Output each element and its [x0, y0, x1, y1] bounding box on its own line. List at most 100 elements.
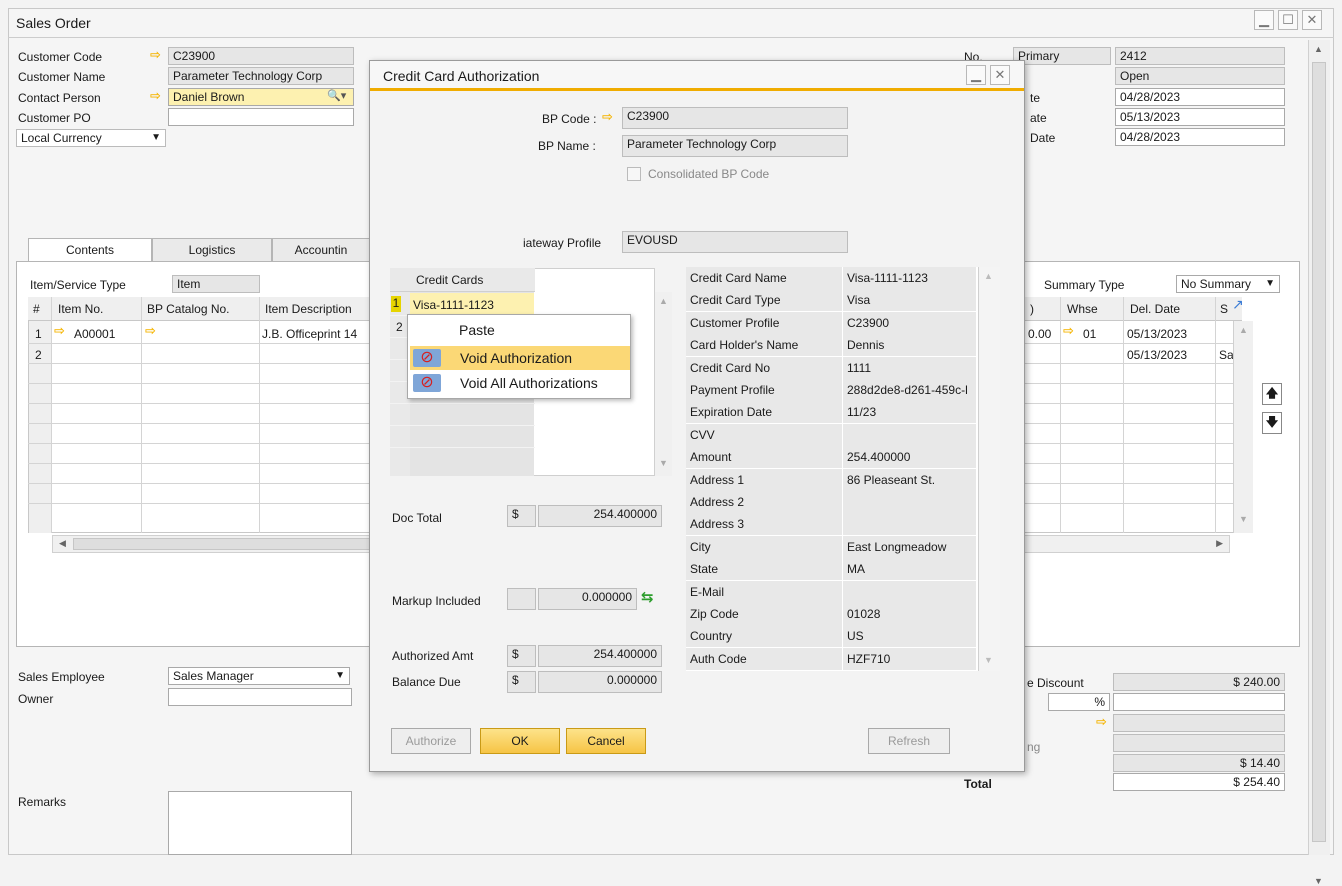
- detail-value[interactable]: [843, 513, 976, 536]
- main-scrollbar[interactable]: ▲ ▼: [1308, 40, 1330, 886]
- freight-field[interactable]: [1113, 714, 1285, 732]
- link-arrow-icon[interactable]: ⇨: [1096, 714, 1107, 730]
- markup-currency[interactable]: [507, 588, 536, 610]
- tab-accounting[interactable]: Accountin: [272, 238, 370, 262]
- dialog-minimize-button[interactable]: ▁: [966, 65, 986, 85]
- scroll-down-icon[interactable]: ▼: [659, 458, 668, 468]
- scroll-thumb[interactable]: [1312, 62, 1326, 842]
- currency-select[interactable]: Local Currency ▼: [16, 129, 166, 147]
- gateway-profile-field[interactable]: EVOUSD: [622, 231, 848, 253]
- document-date-field[interactable]: 04/28/2023: [1115, 128, 1285, 146]
- scroll-down-icon[interactable]: ▼: [1314, 876, 1323, 886]
- menu-item-paste[interactable]: Paste: [408, 318, 628, 342]
- grid-scrollbar[interactable]: ▲ ▼: [1233, 321, 1253, 533]
- markup-included-field[interactable]: 0.000000: [538, 588, 637, 610]
- row-1-amount[interactable]: 0.00: [1028, 327, 1051, 341]
- doc-total-field[interactable]: 254.400000: [538, 505, 662, 527]
- discount-percent-field[interactable]: %: [1048, 693, 1110, 711]
- row-2-s[interactable]: Sa: [1219, 348, 1234, 362]
- minimize-button[interactable]: ▁: [1254, 10, 1274, 30]
- detail-value[interactable]: 1111: [843, 356, 976, 379]
- col-header-amount[interactable]: ): [1030, 302, 1034, 316]
- detail-value[interactable]: [843, 491, 976, 513]
- scroll-thumb[interactable]: [73, 538, 373, 550]
- authorize-button[interactable]: Authorize: [391, 728, 471, 754]
- balance-due-field[interactable]: 0.000000: [538, 671, 662, 693]
- move-row-up-button[interactable]: 🡅: [1262, 383, 1282, 405]
- col-header-num[interactable]: #: [33, 302, 40, 316]
- scroll-down-icon[interactable]: ▼: [984, 655, 993, 665]
- authorized-currency[interactable]: $: [507, 645, 536, 667]
- link-arrow-icon[interactable]: ⇨: [1063, 323, 1074, 339]
- scroll-up-icon[interactable]: ▲: [1239, 325, 1248, 335]
- detail-value[interactable]: 254.400000: [843, 446, 976, 469]
- row-1-whse[interactable]: 01: [1083, 327, 1096, 341]
- close-button[interactable]: ✕: [1302, 10, 1322, 30]
- card-row-1-name[interactable]: Visa-1111-1123: [413, 298, 494, 312]
- sales-employee-select[interactable]: Sales Manager ▼: [168, 667, 350, 685]
- detail-value[interactable]: 11/23: [843, 401, 976, 424]
- search-icon[interactable]: 🔍▾: [327, 89, 346, 102]
- scroll-up-icon[interactable]: ▲: [984, 271, 993, 281]
- scroll-down-icon[interactable]: ▼: [1239, 514, 1248, 524]
- delivery-date-field[interactable]: 05/13/2023: [1115, 108, 1285, 126]
- col-header-whse[interactable]: Whse: [1067, 302, 1098, 316]
- link-arrow-icon[interactable]: ⇨: [150, 47, 161, 63]
- move-row-down-button[interactable]: 🡇: [1262, 412, 1282, 434]
- row-1-del-date[interactable]: 05/13/2023: [1127, 327, 1187, 341]
- detail-value[interactable]: C23900: [843, 311, 976, 334]
- col-header-bp-catalog[interactable]: BP Catalog No.: [147, 302, 230, 316]
- row-2-del-date[interactable]: 05/13/2023: [1127, 348, 1187, 362]
- doc-total-currency[interactable]: $: [507, 505, 536, 527]
- scroll-up-icon[interactable]: ▲: [1314, 44, 1323, 54]
- col-header-description[interactable]: Item Description: [265, 302, 352, 316]
- detail-value[interactable]: MA: [843, 558, 976, 581]
- detail-value[interactable]: Visa: [843, 289, 976, 312]
- balance-currency[interactable]: $: [507, 671, 536, 693]
- cancel-button[interactable]: Cancel: [566, 728, 646, 754]
- bp-code-field[interactable]: C23900: [622, 107, 848, 129]
- status-field[interactable]: Open: [1115, 67, 1285, 85]
- exchange-icon[interactable]: ⇆: [641, 588, 654, 606]
- tab-contents[interactable]: Contents: [28, 238, 152, 263]
- detail-value[interactable]: 01028: [843, 603, 976, 625]
- col-header-del-date[interactable]: Del. Date: [1130, 302, 1180, 316]
- detail-value[interactable]: 86 Pleaseant St.: [843, 468, 976, 491]
- card-row-2-num[interactable]: 2: [396, 320, 403, 334]
- link-arrow-icon[interactable]: ⇨: [150, 88, 161, 104]
- owner-field[interactable]: [168, 688, 352, 706]
- customer-code-field[interactable]: C23900: [168, 47, 354, 65]
- customer-name-field[interactable]: Parameter Technology Corp: [168, 67, 354, 85]
- detail-value[interactable]: [843, 423, 976, 446]
- detail-value[interactable]: Dennis: [843, 334, 976, 357]
- ok-button[interactable]: OK: [480, 728, 560, 754]
- expand-icon[interactable]: ↗: [1232, 296, 1244, 313]
- authorized-amt-field[interactable]: 254.400000: [538, 645, 662, 667]
- dialog-close-button[interactable]: ✕: [990, 65, 1010, 85]
- detail-value[interactable]: HZF710: [843, 647, 976, 670]
- maximize-button[interactable]: ☐: [1278, 10, 1298, 30]
- detail-value[interactable]: East Longmeadow: [843, 535, 976, 558]
- posting-date-field[interactable]: 04/28/2023: [1115, 88, 1285, 106]
- detail-value[interactable]: [843, 580, 976, 603]
- remarks-textarea[interactable]: [168, 791, 352, 855]
- scroll-up-icon[interactable]: ▲: [659, 296, 668, 306]
- cards-scrollbar[interactable]: ▲ ▼: [654, 292, 672, 476]
- detail-value[interactable]: Visa-1111-1123: [843, 267, 976, 289]
- credit-cards-column-header[interactable]: Credit Cards: [416, 273, 483, 287]
- row-1-item-no[interactable]: A00001: [74, 327, 115, 341]
- scroll-right-icon[interactable]: ▶: [1216, 538, 1223, 549]
- link-arrow-icon[interactable]: ⇨: [54, 323, 65, 339]
- menu-item-void-all-authorizations[interactable]: ⊘ Void All Authorizations: [410, 371, 630, 395]
- item-type-field[interactable]: Item: [172, 275, 260, 293]
- tax-field[interactable]: $ 14.40: [1113, 754, 1285, 772]
- consolidated-checkbox[interactable]: [627, 167, 641, 181]
- col-header-s[interactable]: S: [1220, 302, 1228, 316]
- link-arrow-icon[interactable]: ⇨: [145, 323, 156, 339]
- menu-item-void-authorization[interactable]: ⊘ Void Authorization: [410, 346, 630, 370]
- discount-total-field[interactable]: $ 240.00: [1113, 673, 1285, 691]
- link-arrow-icon[interactable]: ⇨: [602, 109, 613, 125]
- scroll-left-icon[interactable]: ◀: [59, 538, 66, 549]
- series-field[interactable]: Primary: [1013, 47, 1111, 65]
- rounding-field[interactable]: [1113, 734, 1285, 752]
